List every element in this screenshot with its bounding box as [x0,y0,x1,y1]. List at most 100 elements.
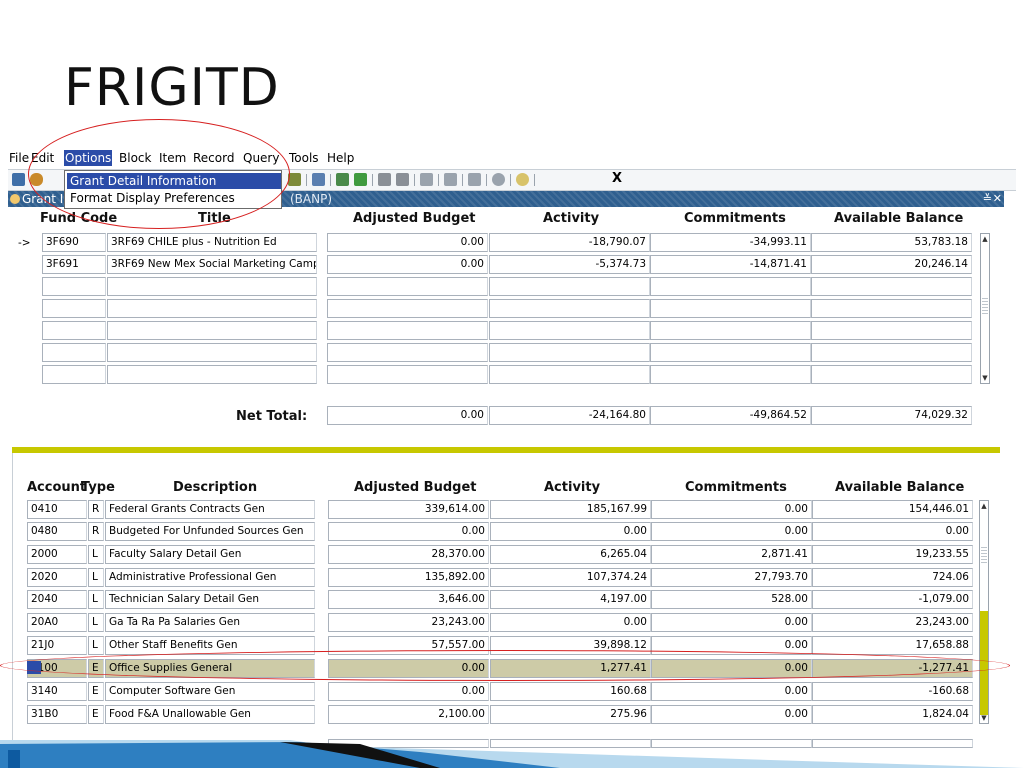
fund-available-balance-cell[interactable] [811,343,972,362]
help-icon[interactable] [492,173,505,186]
fund-activity-cell[interactable] [489,299,650,318]
account-commitments-cell[interactable]: 2,871.41 [651,545,812,564]
search-icon[interactable] [336,173,349,186]
scroll-down-icon[interactable]: ▼ [981,373,989,383]
account-adjusted-budget-cell[interactable]: 135,892.00 [328,568,489,587]
fund-commitments-cell[interactable]: -34,993.11 [650,233,811,252]
close-icon[interactable]: ✕ [993,191,1002,207]
fund-code-cell[interactable]: 3F690 [42,233,106,252]
menu-tools[interactable]: Tools [288,150,320,166]
fund-adjusted-budget-cell[interactable]: 0.00 [327,233,488,252]
menu-file[interactable]: File [8,150,30,166]
account-description-cell[interactable]: Technician Salary Detail Gen [105,590,315,609]
fund-code-cell[interactable] [42,365,106,384]
save-icon[interactable] [12,173,25,186]
fund-code-cell[interactable]: 3F691 [42,255,106,274]
fund-commitments-cell[interactable]: -14,871.41 [650,255,811,274]
account-type-cell[interactable]: L [88,568,104,587]
account-type-cell[interactable]: L [88,545,104,564]
scroll-grip[interactable] [982,296,988,314]
lightbulb-icon[interactable] [516,173,529,186]
fund-commitments-cell[interactable] [650,299,811,318]
fund-commitments-cell[interactable] [650,321,811,340]
account-adjusted-budget-cell[interactable]: 23,243.00 [328,613,489,632]
fund-adjusted-budget-cell[interactable]: 0.00 [327,255,488,274]
account-type-cell[interactable]: R [88,500,104,519]
fund-title-cell[interactable] [107,277,317,296]
account-activity-cell[interactable]: 185,167.99 [490,500,651,519]
account-type-cell[interactable]: E [88,682,104,701]
account-type-cell[interactable]: L [88,590,104,609]
account-commitments-cell[interactable]: 27,793.70 [651,568,812,587]
account-commitments-cell[interactable]: 0.00 [651,522,812,541]
fund-title-cell[interactable] [107,365,317,384]
account-code-cell[interactable]: 3140 [27,682,87,701]
fund-title-cell[interactable]: 3RF69 New Mex Social Marketing Camp [107,255,317,274]
account-code-cell[interactable]: 2000 [27,545,87,564]
fund-adjusted-budget-cell[interactable] [327,277,488,296]
fund-commitments-cell[interactable] [650,365,811,384]
account-code-cell[interactable]: 2040 [27,590,87,609]
fund-title-cell[interactable] [107,343,317,362]
account-scrollbar[interactable]: ▲ ▼ [979,500,989,724]
fund-activity-cell[interactable]: -5,374.73 [489,255,650,274]
account-code-cell[interactable]: 21J0 [27,636,87,655]
add-icon[interactable] [354,173,367,186]
attachment-icon[interactable] [468,173,481,186]
account-available-balance-cell[interactable]: 19,233.55 [812,545,973,564]
account-commitments-cell[interactable]: 0.00 [651,613,812,632]
fund-activity-cell[interactable] [489,365,650,384]
account-adjusted-budget-cell[interactable]: 3,646.00 [328,590,489,609]
account-adjusted-budget-cell[interactable]: 339,614.00 [328,500,489,519]
account-commitments-cell[interactable]: 0.00 [651,500,812,519]
fund-activity-cell[interactable] [489,277,650,296]
account-activity-cell[interactable]: 107,374.24 [490,568,651,587]
account-adjusted-budget-cell[interactable]: 28,370.00 [328,545,489,564]
minimize-icon[interactable]: ≚ [983,191,992,207]
fund-activity-cell[interactable] [489,343,650,362]
account-description-cell[interactable]: Federal Grants Contracts Gen [105,500,315,519]
account-code-cell[interactable]: 0480 [27,522,87,541]
fund-commitments-cell[interactable] [650,343,811,362]
account-code-cell[interactable]: 2020 [27,568,87,587]
fund-available-balance-cell[interactable] [811,299,972,318]
fund-title-cell[interactable]: 3RF69 CHILE plus - Nutrition Ed [107,233,317,252]
account-type-cell[interactable]: R [88,522,104,541]
account-adjusted-budget-cell[interactable]: 0.00 [328,522,489,541]
account-available-balance-cell[interactable]: 724.06 [812,568,973,587]
fund-activity-cell[interactable]: -18,790.07 [489,233,650,252]
fund-adjusted-budget-cell[interactable] [327,343,488,362]
account-available-balance-cell[interactable]: -160.68 [812,682,973,701]
account-description-cell[interactable]: Administrative Professional Gen [105,568,315,587]
insert-record-icon[interactable] [378,173,391,186]
delete-record-icon[interactable] [396,173,409,186]
account-available-balance-cell[interactable]: 23,243.00 [812,613,973,632]
account-adjusted-budget-cell[interactable]: 0.00 [328,682,489,701]
account-available-balance-cell[interactable]: 154,446.01 [812,500,973,519]
fund-available-balance-cell[interactable] [811,321,972,340]
account-type-cell[interactable]: L [88,613,104,632]
fund-available-balance-cell[interactable]: 20,246.14 [811,255,972,274]
account-type-cell[interactable]: L [88,636,104,655]
account-commitments-cell[interactable]: 528.00 [651,590,812,609]
fund-title-cell[interactable] [107,299,317,318]
fund-activity-cell[interactable] [489,321,650,340]
account-description-cell[interactable]: Budgeted For Unfunded Sources Gen [105,522,315,541]
account-description-cell[interactable]: Computer Software Gen [105,682,315,701]
menu-help[interactable]: Help [326,150,355,166]
fund-scrollbar[interactable]: ▲ ▼ [980,233,990,384]
account-activity-cell[interactable]: 0.00 [490,522,651,541]
account-code-cell[interactable]: 20A0 [27,613,87,632]
fund-code-cell[interactable] [42,343,106,362]
scroll-up-icon[interactable]: ▲ [980,501,988,511]
account-activity-cell[interactable]: 0.00 [490,613,651,632]
account-activity-cell[interactable]: 160.68 [490,682,651,701]
fund-commitments-cell[interactable] [650,277,811,296]
scroll-up-icon[interactable]: ▲ [981,234,989,244]
printer-icon[interactable] [312,173,325,186]
account-code-cell[interactable]: 0410 [27,500,87,519]
previous-block-icon[interactable] [420,173,433,186]
fund-available-balance-cell[interactable]: 53,783.18 [811,233,972,252]
exit-icon[interactable]: X [612,171,622,186]
fund-title-cell[interactable] [107,321,317,340]
